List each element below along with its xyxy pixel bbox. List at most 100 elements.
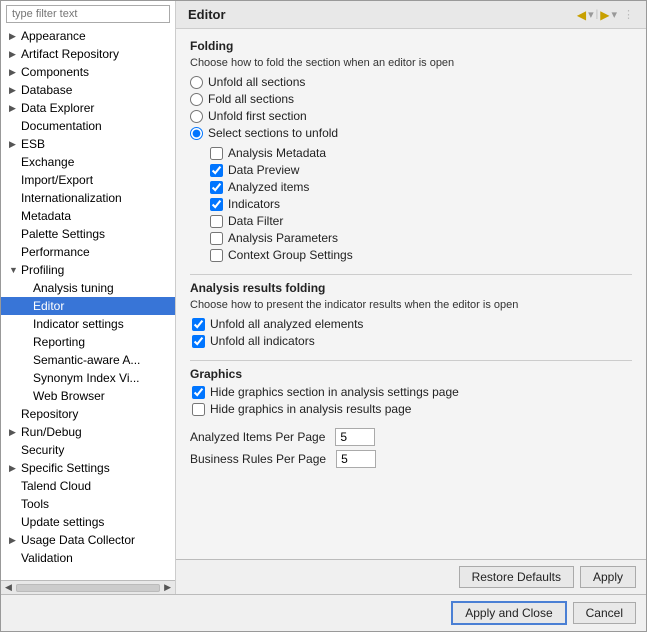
cancel-button[interactable]: Cancel xyxy=(573,602,636,624)
radio-unfold-first-input[interactable] xyxy=(190,110,203,123)
tree-scrollbar[interactable]: ◀ ▶ xyxy=(1,580,175,594)
sidebar-item-label: Profiling xyxy=(21,263,171,277)
sidebar-item-label: Semantic-aware A... xyxy=(33,353,171,367)
sidebar-item-documentation[interactable]: Documentation xyxy=(1,117,175,135)
cb-context-group-input[interactable] xyxy=(210,249,223,262)
sidebar-item-palette-settings[interactable]: Palette Settings xyxy=(1,225,175,243)
sidebar-item-validation[interactable]: Validation xyxy=(1,549,175,567)
radio-unfold-all-input[interactable] xyxy=(190,76,203,89)
sidebar-item-security[interactable]: Security xyxy=(1,441,175,459)
sidebar-item-internationalization[interactable]: Internationalization xyxy=(1,189,175,207)
radio-unfold-all[interactable]: Unfold all sections xyxy=(190,75,632,89)
radio-fold-all-input[interactable] xyxy=(190,93,203,106)
left-panel: ▶ Appearance ▶ Artifact Repository ▶ Com… xyxy=(1,1,176,594)
cb-data-filter[interactable]: Data Filter xyxy=(210,214,632,228)
expand-arrow: ▶ xyxy=(9,535,21,546)
radio-select-sections-input[interactable] xyxy=(190,127,203,140)
sidebar-item-metadata[interactable]: Metadata xyxy=(1,207,175,225)
sidebar-item-label: Performance xyxy=(21,245,171,259)
sidebar-item-specific-settings[interactable]: ▶ Specific Settings xyxy=(1,459,175,477)
radio-unfold-first[interactable]: Unfold first section xyxy=(190,109,632,123)
sidebar-item-components[interactable]: ▶ Components xyxy=(1,63,175,81)
sidebar-item-esb[interactable]: ▶ ESB xyxy=(1,135,175,153)
sidebar-item-label: Artifact Repository xyxy=(21,47,171,61)
cb-hide-graphics-settings[interactable]: Hide graphics section in analysis settin… xyxy=(192,385,632,399)
sidebar-item-repository[interactable]: Repository xyxy=(1,405,175,423)
sidebar-item-update-settings[interactable]: Update settings xyxy=(1,513,175,531)
cb-unfold-indicators-input[interactable] xyxy=(192,335,205,348)
dropdown-arrow-icon[interactable]: ▾ xyxy=(588,8,594,21)
cb-context-group[interactable]: Context Group Settings xyxy=(210,248,632,262)
cb-hide-graphics-results-input[interactable] xyxy=(192,403,205,416)
sidebar-item-appearance[interactable]: ▶ Appearance xyxy=(1,27,175,45)
sidebar-item-synonym-index[interactable]: Synonym Index Vi... xyxy=(1,369,175,387)
sidebar-item-label: Synonym Index Vi... xyxy=(33,371,171,385)
business-rules-input[interactable] xyxy=(336,450,376,468)
cb-unfold-indicators[interactable]: Unfold all indicators xyxy=(192,334,632,348)
expand-arrow: ▼ xyxy=(9,265,21,275)
expand-arrow: ▶ xyxy=(9,85,21,96)
sidebar-item-label: Talend Cloud xyxy=(21,479,171,493)
analysis-results-desc: Choose how to present the indicator resu… xyxy=(190,299,632,311)
cb-analysis-parameters-input[interactable] xyxy=(210,232,223,245)
sidebar-item-talend-cloud[interactable]: Talend Cloud xyxy=(1,477,175,495)
cb-hide-graphics-settings-input[interactable] xyxy=(192,386,205,399)
sidebar-item-exchange[interactable]: Exchange xyxy=(1,153,175,171)
sidebar-item-profiling[interactable]: ▼ Profiling xyxy=(1,261,175,279)
radio-select-sections[interactable]: Select sections to unfold xyxy=(190,126,632,140)
back-arrow-icon[interactable]: ◀ xyxy=(577,8,586,22)
cb-indicators[interactable]: Indicators xyxy=(210,197,632,211)
restore-defaults-button[interactable]: Restore Defaults xyxy=(459,566,574,588)
apply-and-close-button[interactable]: Apply and Close xyxy=(451,601,566,625)
more-icon[interactable]: ⋮ xyxy=(623,8,634,21)
analyzed-items-input[interactable] xyxy=(335,428,375,446)
sidebar-item-label: Analysis tuning xyxy=(33,281,171,295)
expand-arrow: ▶ xyxy=(9,139,21,150)
sidebar-item-label: Repository xyxy=(21,407,171,421)
cb-unfold-analyzed-input[interactable] xyxy=(192,318,205,331)
sidebar-item-tools[interactable]: Tools xyxy=(1,495,175,513)
cb-data-preview-label: Data Preview xyxy=(228,163,299,177)
expand-arrow: ▶ xyxy=(9,463,21,474)
sidebar-item-performance[interactable]: Performance xyxy=(1,243,175,261)
scroll-right-btn[interactable]: ▶ xyxy=(162,582,173,593)
business-rules-label: Business Rules Per Page xyxy=(190,452,326,466)
sidebar-item-indicator-settings[interactable]: Indicator settings xyxy=(1,315,175,333)
analyzed-items-label: Analyzed Items Per Page xyxy=(190,430,325,444)
sidebar-item-analysis-tuning[interactable]: Analysis tuning xyxy=(1,279,175,297)
sidebar-item-import-export[interactable]: Import/Export xyxy=(1,171,175,189)
cb-analyzed-items-input[interactable] xyxy=(210,181,223,194)
sidebar-item-semantic-aware[interactable]: Semantic-aware A... xyxy=(1,351,175,369)
sidebar-item-label: Validation xyxy=(21,551,171,565)
sidebar-item-run-debug[interactable]: ▶ Run/Debug xyxy=(1,423,175,441)
cb-data-preview-input[interactable] xyxy=(210,164,223,177)
forward-arrow-icon[interactable]: ▶ xyxy=(600,8,609,22)
graphics-section: Graphics Hide graphics section in analys… xyxy=(190,367,632,416)
cb-context-group-label: Context Group Settings xyxy=(228,248,353,262)
dropdown-arrow2-icon[interactable]: ▾ xyxy=(611,8,617,21)
filter-input[interactable] xyxy=(6,5,170,23)
apply-button[interactable]: Apply xyxy=(580,566,636,588)
cb-hide-graphics-results[interactable]: Hide graphics in analysis results page xyxy=(192,402,632,416)
sidebar-item-editor[interactable]: Editor xyxy=(1,297,175,315)
sidebar-item-web-browser[interactable]: Web Browser xyxy=(1,387,175,405)
sidebar-item-reporting[interactable]: Reporting xyxy=(1,333,175,351)
cb-data-filter-input[interactable] xyxy=(210,215,223,228)
cb-indicators-input[interactable] xyxy=(210,198,223,211)
hscroll-thumb[interactable] xyxy=(16,584,160,592)
scroll-left-btn[interactable]: ◀ xyxy=(3,582,14,593)
sidebar-item-data-explorer[interactable]: ▶ Data Explorer xyxy=(1,99,175,117)
cb-analysis-metadata[interactable]: Analysis Metadata xyxy=(210,146,632,160)
sidebar-item-artifact-repository[interactable]: ▶ Artifact Repository xyxy=(1,45,175,63)
cb-unfold-analyzed[interactable]: Unfold all analyzed elements xyxy=(192,317,632,331)
cb-analyzed-items[interactable]: Analyzed items xyxy=(210,180,632,194)
cb-analysis-metadata-input[interactable] xyxy=(210,147,223,160)
nav-arrows: ◀ ▾ | ▶ ▾ ⋮ xyxy=(577,8,634,22)
radio-fold-all[interactable]: Fold all sections xyxy=(190,92,632,106)
cb-analysis-parameters[interactable]: Analysis Parameters xyxy=(210,231,632,245)
sidebar-item-label: Documentation xyxy=(21,119,171,133)
sidebar-item-usage-data-collector[interactable]: ▶ Usage Data Collector xyxy=(1,531,175,549)
sidebar-item-database[interactable]: ▶ Database xyxy=(1,81,175,99)
cb-data-preview[interactable]: Data Preview xyxy=(210,163,632,177)
graphics-checkbox-group: Hide graphics section in analysis settin… xyxy=(192,385,632,416)
